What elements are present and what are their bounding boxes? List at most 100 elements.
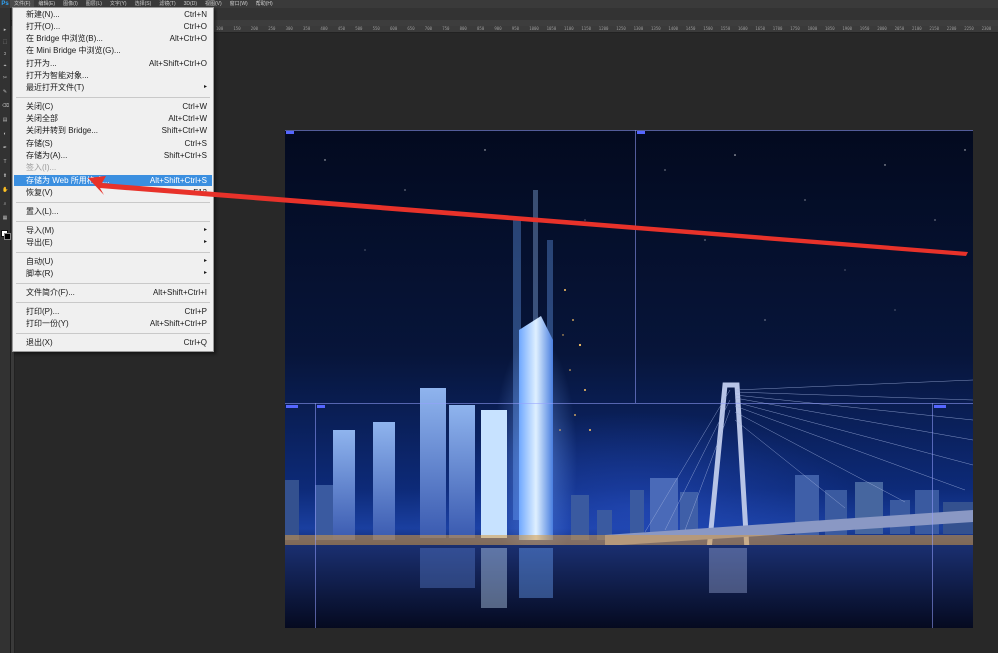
menu-separator [16, 221, 210, 222]
menu-item-print-one-copy[interactable]: 打印一份(Y) Alt+Shift+Ctrl+P [14, 318, 212, 329]
hand-tool-icon[interactable]: ✋ [2, 188, 8, 193]
menu-separator [16, 333, 210, 334]
lasso-tool-icon[interactable]: ↄ [2, 52, 8, 57]
menu-item-save-for-web[interactable]: 存储为 Web 所用格式... Alt+Shift+Ctrl+S [14, 175, 212, 186]
document-canvas[interactable] [285, 130, 973, 628]
ruler-tick-label: 2200 [946, 26, 957, 31]
menu-help[interactable]: 帮助(H) [252, 0, 277, 8]
dodge-tool-icon[interactable]: ◐ [2, 132, 8, 137]
gradient-tool-icon[interactable]: ▤ [2, 118, 8, 123]
ruler-tick-label: 1400 [668, 26, 679, 31]
menu-item-place[interactable]: 置入(L)... [14, 206, 212, 217]
slice-badge-2[interactable] [637, 131, 645, 134]
slice-line-middle[interactable] [285, 403, 973, 404]
water [285, 545, 973, 628]
ruler-tick-label: 700 [424, 26, 433, 31]
menu-item-print[interactable]: 打印(P)... Ctrl+P [14, 306, 212, 317]
ruler-tick-label: 850 [477, 26, 485, 31]
ruler-tick-label: 2000 [877, 26, 887, 31]
menu-window[interactable]: 窗口(W) [226, 0, 252, 8]
ruler-tick-label: 450 [337, 26, 346, 31]
menu-item-automate[interactable]: 自动(U) ▸ [14, 256, 212, 267]
screen-mode-icon[interactable]: ▦ [2, 216, 8, 221]
menu-item-close[interactable]: 关闭(C) Ctrl+W [14, 101, 212, 112]
menu-item-export[interactable]: 导出(E) ▸ [14, 237, 212, 248]
background-color-swatch[interactable] [4, 233, 11, 240]
sparkles [559, 289, 591, 431]
ruler-tick-label: 1050 [546, 26, 557, 31]
ruler-tick-label: 1200 [598, 26, 609, 31]
slice-line-vertical-upper[interactable] [635, 130, 636, 403]
slice-badge-5[interactable] [934, 405, 946, 408]
ruler-tick-label: 650 [407, 26, 415, 31]
ruler-tick-label: 2100 [912, 26, 922, 31]
skyline [285, 316, 973, 540]
ruler-tick-label: 1700 [772, 26, 783, 31]
slice-line-vertical-lower-left[interactable] [315, 403, 316, 628]
ruler-tick-label: 1000 [529, 26, 539, 31]
menu-item-file-info[interactable]: 文件简介(F)... Alt+Shift+Ctrl+I [14, 287, 212, 298]
menu-item-revert[interactable]: 恢复(V) F12 [14, 187, 212, 198]
move-tool-icon[interactable]: ▸ [2, 28, 8, 33]
ruler-tick-label: 1250 [616, 26, 626, 31]
ruler-tick-label: 300 [285, 26, 293, 31]
ruler-tick-label: 1750 [790, 26, 800, 31]
zoom-tool-icon[interactable]: ⌕ [2, 202, 8, 207]
eraser-tool-icon[interactable]: ⌫ [2, 104, 9, 109]
slice-line-vertical-lower-right[interactable] [932, 403, 933, 628]
menu-item-browse-mini-bridge[interactable]: 在 Mini Bridge 中浏览(G)... [14, 45, 212, 56]
ruler-tick-label: 2300 [981, 26, 992, 31]
ruler-tick-label: 1850 [825, 26, 835, 31]
menu-item-open[interactable]: 打开(O)... Ctrl+O [14, 21, 212, 32]
file-menu-dropdown: 新建(N)... Ctrl+N 打开(O)... Ctrl+O 在 Bridge 中… [12, 7, 214, 352]
ruler-tick-label: 1650 [755, 26, 766, 31]
type-tool-icon[interactable]: T [2, 160, 8, 165]
ruler-tick-label: 200 [250, 26, 259, 31]
photoshop-logo: Ps [1, 1, 9, 7]
pen-tool-icon[interactable]: ✒ [2, 146, 8, 151]
marquee-tool-icon[interactable]: ⬚ [2, 40, 8, 45]
menu-item-check-in: 签入(I)... [26, 163, 57, 172]
menu-separator [16, 252, 210, 253]
path-select-tool-icon[interactable]: ⬆ [2, 174, 8, 179]
ruler-tick-label: 100 [216, 26, 224, 31]
brush-tool-icon[interactable]: ✎ [2, 90, 8, 95]
menu-item-recent-files[interactable]: 最近打开文件(T) ▸ [14, 82, 212, 93]
menu-item-scripts[interactable]: 脚本(R) ▸ [14, 268, 212, 279]
ruler-tick-label: 2050 [894, 26, 905, 31]
menu-separator [16, 97, 210, 98]
menu-item-open-smart-object[interactable]: 打开为智能对象... [14, 70, 212, 81]
menu-item-close-go-bridge[interactable]: 关闭并转到 Bridge... Shift+Ctrl+W [14, 125, 212, 136]
menu-item-open-as[interactable]: 打开为... Alt+Shift+Ctrl+O [14, 58, 212, 69]
slice-badge-3[interactable] [286, 405, 298, 408]
menu-item-save[interactable]: 存储(S) Ctrl+S [14, 138, 212, 149]
quick-select-tool-icon[interactable]: ⌖ [2, 64, 8, 69]
ruler-tick-label: 2150 [929, 26, 940, 31]
menu-separator [16, 202, 210, 203]
menu-item-close-all[interactable]: 关闭全部 Alt+Ctrl+W [14, 113, 212, 124]
ruler-tick-label: 1600 [738, 26, 748, 31]
menu-item-new[interactable]: 新建(N)... Ctrl+N [14, 9, 212, 20]
ruler-tick-label: 1550 [720, 26, 731, 31]
menu-item-exit[interactable]: 退出(X) Ctrl+Q [14, 337, 212, 348]
ruler-tick-label: 1300 [633, 26, 644, 31]
menu-item-import[interactable]: 导入(M) ▸ [14, 225, 212, 236]
submenu-arrow-icon: ▸ [203, 84, 207, 90]
slice-badge-4[interactable] [317, 405, 325, 408]
ruler-tick-label: 600 [390, 26, 398, 31]
ruler-tick-label: 2250 [964, 26, 974, 31]
horizontal-ruler[interactable]: 100 150 200 250 300 350 400 450 500 550 600 650 700 7… [212, 26, 998, 33]
menu-item-save-as[interactable]: 存储为(A)... Shift+Ctrl+S [14, 150, 212, 161]
city-night-image [285, 149, 973, 628]
menu-separator [16, 302, 210, 303]
stars [324, 149, 966, 321]
ruler-tick-label: 950 [511, 26, 520, 31]
ruler-tick-label: 150 [233, 26, 241, 31]
slice-badge-1[interactable] [286, 131, 294, 134]
submenu-arrow-icon: ▸ [203, 258, 207, 264]
slice-line-top [285, 130, 973, 131]
crop-tool-icon[interactable]: ✂ [2, 76, 8, 81]
ruler-tick-label: 750 [442, 26, 450, 31]
ruler-tick-label: 500 [355, 26, 363, 31]
menu-item-browse-bridge[interactable]: 在 Bridge 中浏览(B)... Alt+Ctrl+O [14, 33, 212, 44]
